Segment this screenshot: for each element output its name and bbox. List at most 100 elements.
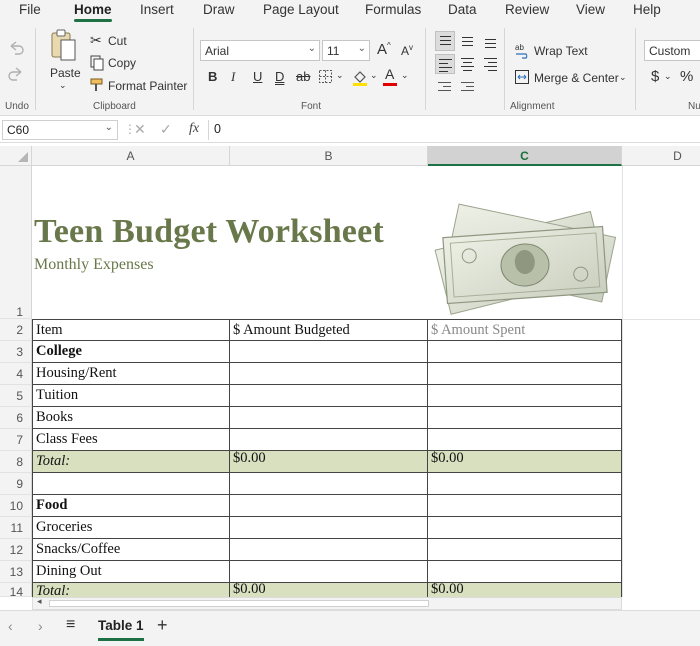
- cell-b13[interactable]: [230, 561, 428, 583]
- cell-a3[interactable]: College: [32, 341, 230, 363]
- formula-input[interactable]: 0: [214, 122, 221, 136]
- paste-dropdown-icon[interactable]: ⌄: [59, 80, 67, 91]
- cell-c14[interactable]: $0.00: [428, 583, 622, 597]
- cut-button[interactable]: Cut: [108, 34, 127, 48]
- next-sheet-icon[interactable]: ›: [38, 618, 43, 634]
- fill-color-icon[interactable]: [351, 68, 369, 86]
- merge-center-icon[interactable]: [514, 69, 530, 85]
- menu-help[interactable]: Help: [633, 2, 661, 17]
- row-header-13[interactable]: 13: [0, 561, 32, 583]
- paste-button[interactable]: Paste: [50, 66, 81, 80]
- double-underline-button[interactable]: D: [275, 69, 284, 84]
- align-right-button[interactable]: [481, 54, 501, 74]
- cell-a8[interactable]: Total:: [32, 451, 230, 473]
- menu-home[interactable]: Home: [74, 2, 112, 17]
- cell-c10[interactable]: [428, 495, 622, 517]
- cell-a11[interactable]: Groceries: [32, 517, 230, 539]
- align-top-button[interactable]: [435, 31, 455, 51]
- cell-c12[interactable]: [428, 539, 622, 561]
- cell-c11[interactable]: [428, 517, 622, 539]
- add-sheet-button[interactable]: +: [157, 615, 168, 636]
- cell-a9[interactable]: [32, 473, 230, 495]
- cell-b4[interactable]: [230, 363, 428, 385]
- percent-button[interactable]: %: [680, 68, 693, 85]
- row-header-10[interactable]: 10: [0, 495, 32, 517]
- font-size-select[interactable]: 11 ⌄: [322, 40, 370, 61]
- cell-b2[interactable]: $ Amount Budgeted: [230, 319, 428, 341]
- cell-a2[interactable]: Item: [32, 319, 230, 341]
- grow-font-button[interactable]: A^: [377, 41, 391, 58]
- cell-c2[interactable]: $ Amount Spent: [428, 319, 622, 341]
- cell-b10[interactable]: [230, 495, 428, 517]
- format-painter-icon[interactable]: [89, 77, 105, 93]
- menu-page-layout[interactable]: Page Layout: [263, 2, 339, 17]
- row-header-1[interactable]: 1: [0, 166, 32, 319]
- row-header-8[interactable]: 8: [0, 451, 32, 473]
- row-header-14[interactable]: 14: [0, 583, 32, 597]
- sheet-tab-table-1[interactable]: Table 1: [92, 611, 150, 641]
- fill-color-dropdown-icon[interactable]: ⌄: [370, 70, 378, 81]
- cell-a6[interactable]: Books: [32, 407, 230, 429]
- insert-function-icon[interactable]: fx: [189, 121, 199, 137]
- cell-c3[interactable]: [428, 341, 622, 363]
- align-bottom-button[interactable]: [481, 31, 501, 51]
- column-header-b[interactable]: B: [230, 146, 428, 166]
- cell-a14[interactable]: Total:: [32, 583, 230, 597]
- shrink-font-button[interactable]: Av: [401, 43, 413, 58]
- cell-b7[interactable]: [230, 429, 428, 451]
- cell-b12[interactable]: [230, 539, 428, 561]
- name-box[interactable]: C60 ⌄: [2, 120, 118, 140]
- menu-file[interactable]: File: [19, 2, 41, 17]
- cell-c8[interactable]: $0.00: [428, 451, 622, 473]
- currency-dropdown-icon[interactable]: ⌄: [664, 71, 672, 82]
- cell-c13[interactable]: [428, 561, 622, 583]
- menu-formulas[interactable]: Formulas: [365, 2, 421, 17]
- confirm-entry-icon[interactable]: ✓: [160, 121, 172, 138]
- italic-button[interactable]: I: [231, 69, 235, 85]
- format-painter-button[interactable]: Format Painter: [108, 79, 187, 93]
- align-middle-button[interactable]: [458, 31, 478, 51]
- underline-button[interactable]: U: [253, 69, 262, 84]
- column-header-d[interactable]: D: [622, 146, 700, 166]
- row-header-3[interactable]: 3: [0, 341, 32, 363]
- merge-center-button[interactable]: Merge & Center: [534, 71, 619, 85]
- cut-icon[interactable]: ✂: [90, 32, 102, 49]
- row-header-9[interactable]: 9: [0, 473, 32, 495]
- row-header-11[interactable]: 11: [0, 517, 32, 539]
- row-header-5[interactable]: 5: [0, 385, 32, 407]
- cell-c6[interactable]: [428, 407, 622, 429]
- bold-button[interactable]: B: [208, 69, 217, 84]
- cell-b8[interactable]: $0.00: [230, 451, 428, 473]
- column-header-c[interactable]: C: [428, 146, 622, 166]
- borders-dropdown-icon[interactable]: ⌄: [336, 70, 344, 81]
- row-header-2[interactable]: 2: [0, 319, 32, 341]
- cell-c5[interactable]: [428, 385, 622, 407]
- menu-data[interactable]: Data: [448, 2, 477, 17]
- cell-a7[interactable]: Class Fees: [32, 429, 230, 451]
- cell-b14[interactable]: $0.00: [230, 583, 428, 597]
- align-center-button[interactable]: [458, 54, 478, 74]
- prev-sheet-icon[interactable]: ‹: [8, 618, 13, 634]
- increase-indent-button[interactable]: [458, 77, 478, 97]
- menu-review[interactable]: Review: [505, 2, 549, 17]
- cell-a13[interactable]: Dining Out: [32, 561, 230, 583]
- row-header-4[interactable]: 4: [0, 363, 32, 385]
- cell-b11[interactable]: [230, 517, 428, 539]
- cell-b5[interactable]: [230, 385, 428, 407]
- scroll-left-icon[interactable]: ◂: [37, 596, 42, 607]
- row-header-7[interactable]: 7: [0, 429, 32, 451]
- wrap-text-icon[interactable]: ab: [514, 41, 532, 59]
- menu-insert[interactable]: Insert: [140, 2, 174, 17]
- paste-icon[interactable]: [49, 28, 79, 64]
- cell-c7[interactable]: [428, 429, 622, 451]
- cell-b9[interactable]: [230, 473, 428, 495]
- cancel-entry-icon[interactable]: ✕: [134, 121, 146, 138]
- copy-button[interactable]: Copy: [108, 56, 136, 70]
- horizontal-scrollbar[interactable]: ◂: [32, 596, 622, 610]
- font-color-dropdown-icon[interactable]: ⌄: [401, 70, 409, 81]
- scrollbar-thumb[interactable]: [49, 600, 429, 607]
- number-format-select[interactable]: Custom: [644, 40, 700, 61]
- cell-a5[interactable]: Tuition: [32, 385, 230, 407]
- row-header-12[interactable]: 12: [0, 539, 32, 561]
- strikethrough-button[interactable]: ab: [296, 69, 310, 84]
